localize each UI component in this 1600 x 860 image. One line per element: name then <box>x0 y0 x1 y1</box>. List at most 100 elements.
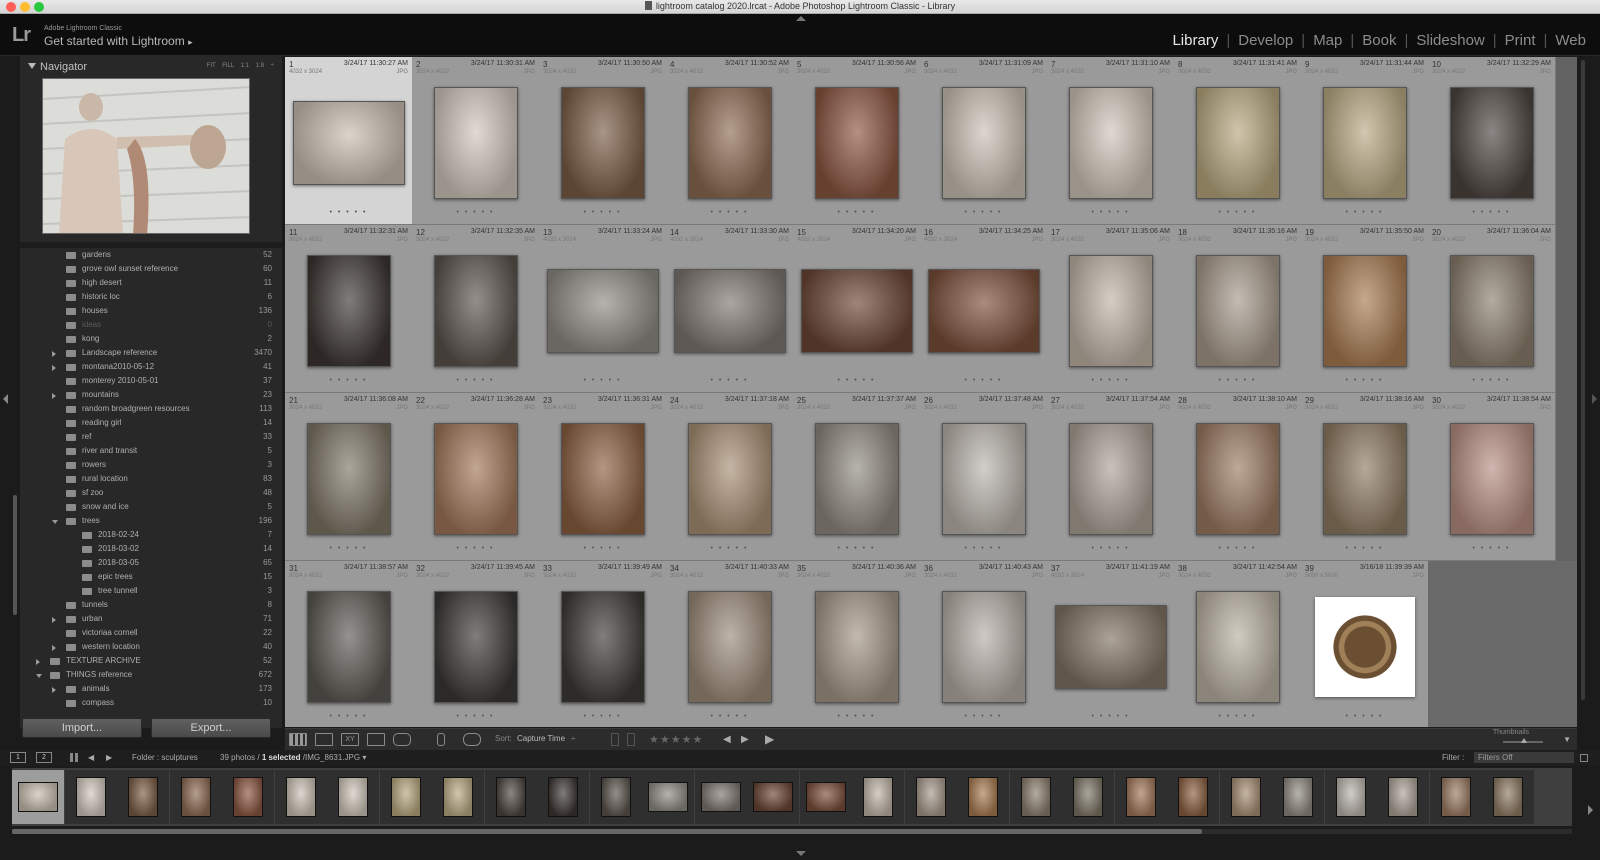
folder-row[interactable]: high desert 11 <box>20 276 282 290</box>
rating-dots[interactable]: • • • • • <box>793 713 920 720</box>
folder-row[interactable]: TEXTURE ARCHIVE 52 <box>20 654 282 668</box>
sort-dropdown[interactable]: Capture Time <box>517 734 565 743</box>
rating-dots[interactable]: • • • • • <box>412 377 539 384</box>
photo-thumbnail[interactable] <box>1322 255 1407 367</box>
disclosure-open-icon[interactable] <box>52 520 58 524</box>
rating-dots[interactable]: • • • • • <box>285 545 412 552</box>
grid-view-icon[interactable] <box>70 753 80 762</box>
photo-thumbnail[interactable] <box>433 87 518 199</box>
folder-row[interactable]: historic loc 6 <box>20 290 282 304</box>
filmstrip-cell[interactable] <box>1062 770 1114 824</box>
rating-dots[interactable]: • • • • • <box>1174 545 1301 552</box>
filmstrip-cell[interactable] <box>852 770 904 824</box>
filmstrip-cell[interactable] <box>747 770 799 824</box>
photo-thumbnail[interactable] <box>560 87 645 199</box>
filmstrip-thumbnail[interactable] <box>805 782 846 812</box>
folder-row[interactable]: trees 196 <box>20 514 282 528</box>
rating-dots[interactable]: • • • • • <box>666 209 793 216</box>
folder-row[interactable]: 2018-02-24 7 <box>20 528 282 542</box>
export-button[interactable]: Export... <box>151 718 271 738</box>
folder-row[interactable]: rural location 83 <box>20 472 282 486</box>
photo-thumbnail[interactable] <box>546 269 659 353</box>
filmstrip-cell[interactable] <box>904 770 957 824</box>
rating-dots[interactable]: • • • • • <box>666 545 793 552</box>
filmstrip-thumbnail[interactable] <box>1388 777 1418 817</box>
rating-dots[interactable]: • • • • • <box>1428 209 1555 216</box>
people-view-icon[interactable] <box>393 733 411 746</box>
photo-thumbnail[interactable] <box>687 591 772 703</box>
grid-cell[interactable]: 11 3/24/17 11:32:31 AM 3024 x 4032 JPG • • •… <box>285 225 413 393</box>
grid-cell[interactable]: 14 3/24/17 11:33:30 AM 4032 x 3024 JPG • • •… <box>666 225 794 393</box>
filmstrip-cell[interactable] <box>1167 770 1219 824</box>
disclosure-closed-icon[interactable] <box>52 351 56 357</box>
next-photo-icon[interactable]: ▶ <box>741 734 749 745</box>
photo-thumbnail[interactable] <box>306 591 391 703</box>
rating-dots[interactable]: • • • • • <box>920 377 1047 384</box>
filmstrip-thumbnail[interactable] <box>495 777 526 817</box>
sort-order-icon[interactable]: ÷ <box>571 734 575 743</box>
rating-dots[interactable]: • • • • • <box>793 209 920 216</box>
filmstrip-scrollbar[interactable] <box>12 829 1202 834</box>
grid-cell[interactable]: 13 3/24/17 11:33:24 AM 4032 x 3024 JPG • • •… <box>539 225 667 393</box>
loupe-view-icon[interactable] <box>315 733 333 746</box>
grid-scrollbar[interactable] <box>1581 60 1585 700</box>
filmstrip-scroll-right-icon[interactable] <box>1588 805 1593 815</box>
disclosure-closed-icon[interactable] <box>52 645 56 651</box>
survey-view-icon[interactable] <box>367 733 385 746</box>
photo-thumbnail[interactable] <box>1068 255 1153 367</box>
rating-dots[interactable]: • • • • • <box>412 713 539 720</box>
filmstrip-cell[interactable] <box>169 770 222 824</box>
grid-cell[interactable]: 22 3/24/17 11:36:28 AM 3024 x 4032 JPG • • •… <box>412 393 540 561</box>
rating-dots[interactable]: • • • • • <box>920 713 1047 720</box>
filmstrip-source[interactable]: Folder : sculptures <box>132 753 198 762</box>
rating-dots[interactable]: • • • • • <box>1047 545 1174 552</box>
photo-thumbnail[interactable] <box>1068 87 1153 199</box>
filter-dropdown[interactable]: Filters Off <box>1474 752 1574 763</box>
filmstrip-cell[interactable] <box>1114 770 1167 824</box>
filmstrip-cell[interactable] <box>117 770 169 824</box>
filmstrip-thumbnail[interactable] <box>18 782 58 812</box>
photo-thumbnail[interactable] <box>560 423 645 535</box>
folder-row[interactable]: montana2010-05-12 41 <box>20 360 282 374</box>
filmstrip-thumbnail[interactable] <box>1178 777 1208 817</box>
grid-cell[interactable]: 37 3/24/17 11:41:19 AM 4032 x 3024 JPG • • •… <box>1047 561 1175 727</box>
filmstrip-thumbnail[interactable] <box>1073 777 1103 817</box>
grid-view-icon[interactable] <box>289 733 307 746</box>
filmstrip-thumbnail[interactable] <box>390 777 421 817</box>
grid-cell[interactable]: 16 3/24/17 11:34:25 AM 4032 x 3024 JPG • • •… <box>920 225 1048 393</box>
filmstrip-thumbnail[interactable] <box>75 777 106 817</box>
grid-cell[interactable]: 29 3/24/17 11:38:16 AM 3024 x 4032 JPG • • •… <box>1301 393 1429 561</box>
filmstrip-thumbnail[interactable] <box>1440 777 1471 817</box>
photo-thumbnail[interactable] <box>673 269 786 353</box>
filmstrip-cell[interactable] <box>379 770 432 824</box>
filmstrip-thumbnail[interactable] <box>1493 777 1523 817</box>
folder-row[interactable]: THINGS reference 672 <box>20 668 282 682</box>
photo-thumbnail[interactable] <box>306 423 391 535</box>
rating-dots[interactable]: • • • • • <box>1301 377 1428 384</box>
filmstrip-cell[interactable] <box>589 770 642 824</box>
navigator-zoom-options[interactable]: FIT FILL 1:1 1:8 ÷ <box>207 63 274 69</box>
module-slideshow[interactable]: Slideshow <box>1408 32 1492 49</box>
navigator-header[interactable]: Navigator FIT FILL 1:1 1:8 ÷ <box>20 58 282 76</box>
photo-thumbnail[interactable] <box>941 87 1026 199</box>
grid-cell[interactable]: 9 3/24/17 11:31:44 AM 3024 x 4032 JPG • • • … <box>1301 57 1429 225</box>
filmstrip-thumbnail[interactable] <box>753 782 793 812</box>
identity-plate[interactable]: Get started with Lightroom ▸ <box>44 34 193 48</box>
filmstrip-cell[interactable] <box>642 770 694 824</box>
grid-cell[interactable]: 25 3/24/17 11:37:37 AM 3024 x 4032 JPG • • •… <box>793 393 921 561</box>
filmstrip-thumbnail[interactable] <box>863 777 893 817</box>
grid-cell[interactable]: 18 3/24/17 11:35:16 AM 3024 x 4032 JPG • • •… <box>1174 225 1302 393</box>
rating-dots[interactable]: • • • • • <box>1301 713 1428 720</box>
previous-photo-icon[interactable]: ◀ <box>723 734 731 745</box>
photo-thumbnail[interactable] <box>814 423 899 535</box>
rating-dots[interactable]: • • • • • <box>1301 545 1428 552</box>
photo-thumbnail[interactable] <box>433 255 518 367</box>
rating-dots[interactable]: • • • • • <box>1174 209 1301 216</box>
folder-row[interactable]: grove owl sunset reference 60 <box>20 262 282 276</box>
folder-row[interactable]: rowers 3 <box>20 458 282 472</box>
photo-thumbnail[interactable] <box>1314 597 1415 697</box>
disclosure-closed-icon[interactable] <box>52 687 56 693</box>
folder-row[interactable]: sf zoo 48 <box>20 486 282 500</box>
filmstrip-thumbnail[interactable] <box>1283 777 1313 817</box>
folder-row[interactable]: urban 71 <box>20 612 282 626</box>
